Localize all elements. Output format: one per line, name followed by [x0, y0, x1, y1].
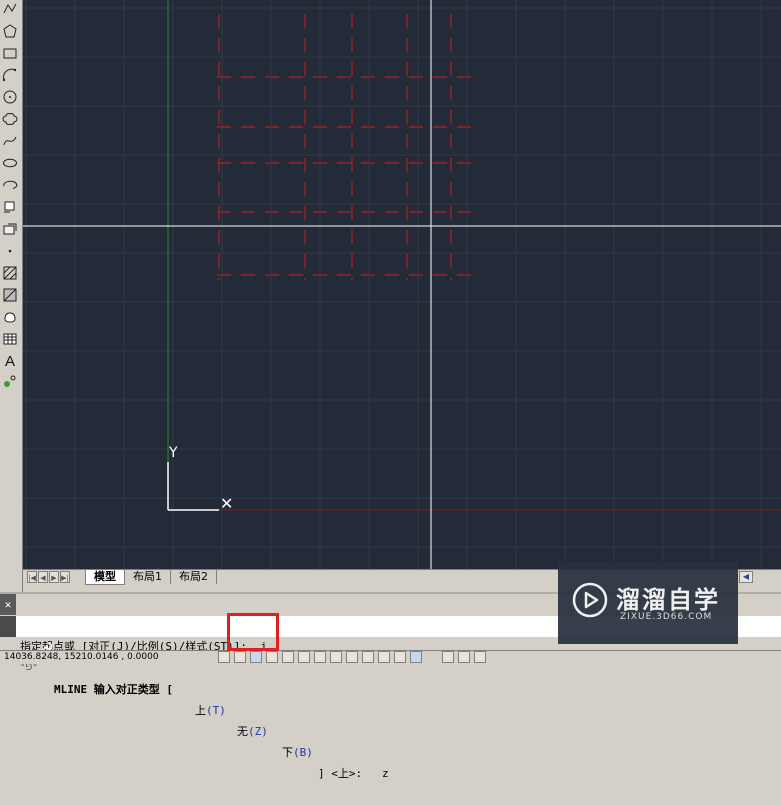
command-prefix: MLINE 输入对正类型 [: [54, 683, 173, 696]
sc-button[interactable]: [394, 651, 406, 663]
gradient-icon[interactable]: [1, 286, 19, 304]
ducs-button[interactable]: [314, 651, 326, 663]
mtext-icon[interactable]: A: [1, 352, 19, 370]
tab-first-button[interactable]: |◀: [27, 571, 37, 583]
play-logo-icon: [572, 582, 608, 618]
am-button[interactable]: [410, 651, 422, 663]
hatch-icon[interactable]: [1, 264, 19, 282]
watermark-url: ZIXUE.3D66.COM: [620, 612, 713, 622]
ucs-x-label: ✕: [220, 494, 233, 513]
ucs-y-label: Y: [168, 445, 178, 461]
hscroll-left-button[interactable]: ◀: [739, 571, 753, 583]
polyline-icon[interactable]: [1, 0, 19, 18]
option-zero[interactable]: 无(Z): [235, 721, 270, 742]
option-bottom[interactable]: 下(B): [280, 742, 315, 763]
otrack-button[interactable]: [298, 651, 310, 663]
osnap-button[interactable]: [282, 651, 294, 663]
status-bar: 14036.8248, 15210.0146 , 0.0000: [0, 650, 781, 664]
polygon-icon[interactable]: [1, 22, 19, 40]
highlight-frame: [227, 613, 279, 651]
lock-button[interactable]: [474, 651, 486, 663]
tab-layout1[interactable]: 布局1: [125, 570, 171, 584]
wrench-icon[interactable]: [0, 616, 53, 652]
watermark: 溜溜自学 ZIXUE.3D66.COM: [558, 562, 738, 644]
dyn-button[interactable]: [330, 651, 342, 663]
option-top[interactable]: 上(T): [193, 700, 228, 721]
arc-icon[interactable]: [1, 66, 19, 84]
revcloud-icon[interactable]: [1, 110, 19, 128]
ellipse-arc-icon[interactable]: [1, 176, 19, 194]
annotation-button[interactable]: [442, 651, 454, 663]
circle-icon[interactable]: [1, 88, 19, 106]
lwt-button[interactable]: [346, 651, 358, 663]
snap-button[interactable]: [218, 651, 230, 663]
ortho-button[interactable]: [250, 651, 262, 663]
close-icon[interactable]: ✕: [0, 594, 16, 615]
add-selected-icon[interactable]: [1, 372, 19, 390]
workspace-button[interactable]: [458, 651, 470, 663]
grid-button[interactable]: [234, 651, 246, 663]
spline-icon[interactable]: [1, 132, 19, 150]
model-space[interactable]: Y✕: [23, 0, 781, 569]
tab-next-button[interactable]: ▶: [49, 571, 59, 583]
region-icon[interactable]: [1, 308, 19, 326]
command-suffix: ] <上>: z: [318, 767, 389, 780]
insert-block-icon[interactable]: [1, 198, 19, 216]
point-icon[interactable]: [1, 242, 19, 260]
qp-button[interactable]: [378, 651, 390, 663]
tab-last-button[interactable]: ▶|: [60, 571, 70, 583]
tab-model[interactable]: 模型: [85, 570, 125, 585]
make-block-icon[interactable]: [1, 220, 19, 238]
ellipse-icon[interactable]: [1, 154, 19, 172]
rectangle-icon[interactable]: [1, 44, 19, 62]
tab-layout2[interactable]: 布局2: [171, 570, 217, 584]
watermark-title: 溜溜自学: [616, 586, 720, 614]
model-button[interactable]: [362, 651, 374, 663]
polar-button[interactable]: [266, 651, 278, 663]
coordinate-readout: 14036.8248, 15210.0146 , 0.0000: [4, 652, 159, 662]
table-icon[interactable]: [1, 330, 19, 348]
drawing-canvas[interactable]: Y ✕: [23, 0, 781, 569]
tab-prev-button[interactable]: ◀: [38, 571, 48, 583]
draw-toolbar: A: [0, 0, 23, 592]
